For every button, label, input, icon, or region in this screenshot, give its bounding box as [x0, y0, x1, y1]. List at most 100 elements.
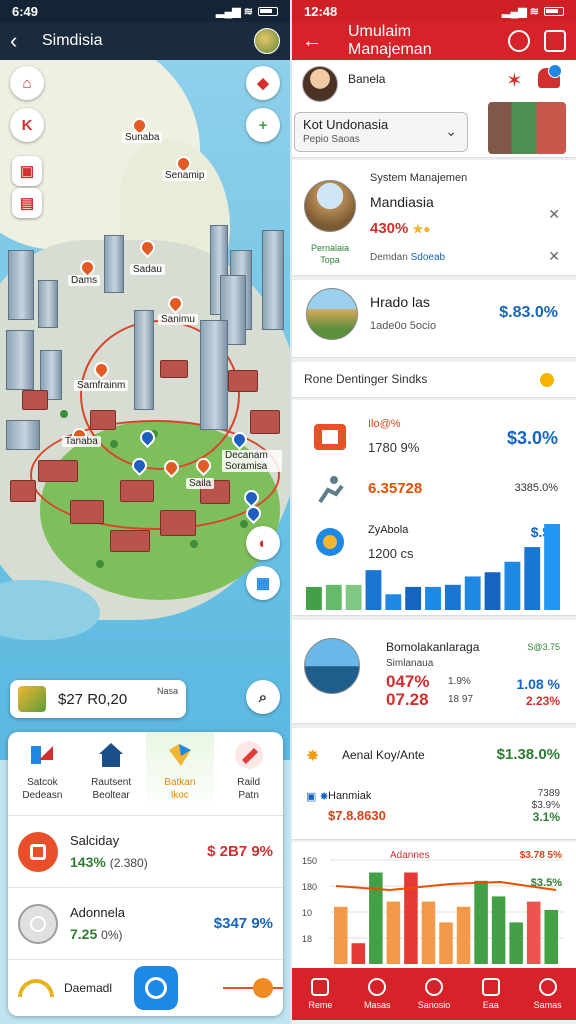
- gear-icon: [538, 978, 557, 996]
- annual-sub-2: $7.8.8630: [328, 808, 386, 823]
- quick-item-satcok[interactable]: Satcok Dedeasn: [8, 732, 77, 815]
- app-bar: ‹ Simdisia: [0, 22, 290, 60]
- compass-icon[interactable]: [508, 30, 530, 52]
- map-location-button[interactable]: ◆: [246, 66, 280, 100]
- status-time: 6:49: [12, 3, 39, 19]
- right-screen: 12:48 ▂▄▆ ≋ ← Umulaim Manajeman Banela ✶…: [292, 0, 576, 1024]
- chart-bar: [491, 896, 506, 964]
- house: [22, 390, 48, 410]
- price-chip[interactable]: $27 R0,20 Nasa: [10, 680, 186, 718]
- star-icon[interactable]: ✶: [506, 68, 523, 93]
- map-search-button[interactable]: ⌕: [246, 680, 280, 714]
- chart-bar: [439, 922, 453, 964]
- map-compass-button[interactable]: ◐: [246, 526, 280, 560]
- region-select[interactable]: Kot Undonasia Pepio Saoas ⌄: [294, 112, 468, 152]
- map-list-button[interactable]: ▤: [12, 188, 42, 218]
- tree: [110, 440, 118, 448]
- mini-bar-chart: [306, 524, 560, 610]
- stat-row[interactable]: Ilo@% 1780 9% $3.0%: [292, 406, 576, 466]
- map-label: Senamip: [162, 170, 208, 181]
- app-title: Simdisia: [42, 32, 103, 49]
- stat-name: Adonnela: [70, 905, 125, 920]
- stat-body: Adonnela 7.25 0%): [70, 905, 214, 942]
- mini-bar: [524, 547, 541, 610]
- tree: [190, 540, 198, 548]
- quick-item-batkan[interactable]: Batkan lkoc: [145, 732, 215, 815]
- system-card[interactable]: System Manajemen Mandiasia 430% ★● Perna…: [292, 160, 576, 276]
- tab-label: Samas: [533, 1000, 562, 1010]
- zoom-in-button[interactable]: +: [246, 108, 280, 142]
- stat-name: Salciday: [70, 833, 120, 848]
- tab-label: Sanosio: [417, 1000, 451, 1010]
- bottom-tab-bar: Reme Masas Sanosio Eaa Samas: [292, 968, 576, 1020]
- bonia-name: Bomolakanlaraga: [386, 640, 480, 654]
- pin-icon[interactable]: ✕: [548, 206, 560, 223]
- tower-building: [134, 310, 154, 410]
- stat-row-salciday[interactable]: Salciday 143% (2.380) $ 2B7 9%: [8, 816, 283, 888]
- system-value: 430% ★●: [370, 220, 431, 237]
- city-map[interactable]: Sunaba Senamip Sadau Dams Sanimu Samfrai…: [0, 60, 290, 760]
- battery-icon: [544, 6, 564, 16]
- quick-item-raild[interactable]: Raild Patn: [214, 732, 283, 815]
- mini-bar: [425, 586, 441, 610]
- stat-row-adonnela[interactable]: Adonnela 7.25 0%) $347 9%: [8, 888, 283, 960]
- battery-icon: [258, 6, 278, 16]
- house: [10, 480, 36, 502]
- tab-search[interactable]: Masas: [349, 968, 406, 1020]
- info-icon[interactable]: [540, 373, 554, 387]
- tab-calendar[interactable]: Eaa: [462, 968, 519, 1020]
- stats-card: Ilo@% 1780 9% $3.0% 6.35728 3385.0% ZyAb…: [292, 400, 576, 616]
- stat-value: $3.0%: [506, 428, 558, 448]
- mini-bar: [385, 594, 402, 610]
- bonia-right-2: 2.23%: [525, 694, 560, 708]
- pin-icon[interactable]: ✕: [548, 248, 560, 265]
- map-bookmark-button[interactable]: ▣: [12, 156, 42, 186]
- user-name: Banela: [348, 72, 386, 86]
- mini-bar: [464, 576, 481, 610]
- annual-card[interactable]: ✸ Aenal Koy/Ante $1.38.0% ▣ ✸ Hanmiak $7…: [292, 728, 576, 840]
- annual-name: Aenal Koy/Ante: [342, 748, 425, 762]
- place-value: $.83.0%: [499, 304, 558, 321]
- house: [38, 460, 78, 482]
- map-grid-button[interactable]: ▦: [246, 566, 280, 600]
- map-layer-button[interactable]: ⌂: [10, 66, 44, 100]
- tab-settings[interactable]: Samas: [519, 968, 576, 1020]
- mini-bar: [504, 561, 521, 610]
- bonia-sub: Simlanaua: [386, 658, 434, 669]
- quick-item-rautsent[interactable]: Rautsent Beoltear: [77, 732, 146, 815]
- y-tick-label: 18: [302, 934, 312, 944]
- stat-row[interactable]: 6.35728 3385.0%: [292, 460, 576, 520]
- chart-bar: [351, 943, 366, 964]
- house: [160, 510, 196, 536]
- section-title-text: Rone Dentinger Sindks: [304, 372, 428, 386]
- house: [228, 370, 258, 392]
- bonia-right-0: S@3.75: [527, 642, 560, 652]
- stop-icon: [18, 831, 58, 872]
- building: [6, 420, 40, 450]
- chart-bar: [404, 872, 418, 964]
- bonia-card[interactable]: Bomolakanlaraga Simlanaua 047% 07.28 1.9…: [292, 620, 576, 724]
- price-value: $27 R0,20: [58, 690, 128, 708]
- section-title: Rone Dentinger Sindks: [292, 362, 576, 398]
- back-arrow-icon[interactable]: ←: [302, 30, 328, 53]
- chart-bar: [456, 906, 471, 964]
- ticket-icon: [234, 741, 263, 769]
- chart-bar: [334, 906, 348, 964]
- stat-small: 3385.0%: [514, 482, 558, 494]
- map-label: Sadau: [130, 264, 165, 275]
- map-label: Saila: [186, 478, 215, 489]
- tab-home[interactable]: Reme: [292, 968, 349, 1020]
- navigate-button[interactable]: [134, 966, 179, 1010]
- map-filter-button[interactable]: K: [10, 108, 44, 142]
- status-bar: 6:49 ▂▄▆ ≋: [0, 0, 290, 22]
- user-avatar[interactable]: [302, 66, 338, 102]
- mini-bar: [444, 584, 461, 610]
- back-arrow-icon[interactable]: ‹: [10, 28, 34, 54]
- bonia-small-2: 18 97: [448, 694, 474, 705]
- save-icon[interactable]: [544, 30, 566, 52]
- profile-avatar[interactable]: [254, 28, 280, 54]
- tab-explore[interactable]: Sanosio: [406, 968, 463, 1020]
- chart-bar: [509, 922, 523, 964]
- hrado-card[interactable]: Hrado las 1ade0o 5ocio $.83.0%: [292, 280, 576, 358]
- building: [200, 320, 228, 430]
